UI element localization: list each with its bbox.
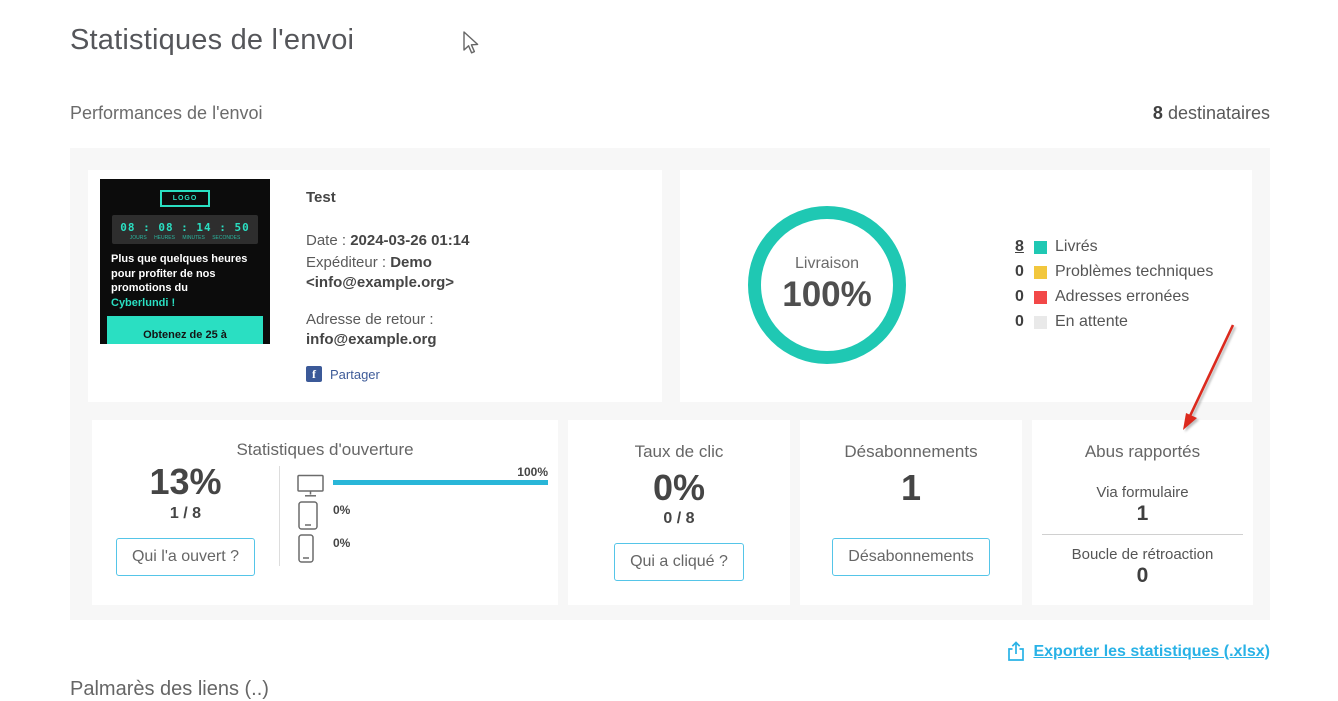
delivered-color-square	[1034, 240, 1047, 254]
abuse-title: Abus rapportés	[1084, 442, 1201, 461]
performance-header-row: Performances de l'envoi 8 destinataires	[70, 103, 1270, 124]
delivery-card: Livraison 100% 8 Livrés 0 Problèmes tech…	[680, 170, 1252, 402]
reply-address-label: Adresse de retour :	[306, 310, 434, 328]
delivered-label: Livrés	[1055, 238, 1098, 255]
legend-row-delivered: 8 Livrés	[1015, 238, 1213, 256]
donut-value: 100%	[782, 275, 872, 314]
abuse-card: Abus rapportés Via formulaire 1 Boucle d…	[1032, 420, 1253, 605]
sender-name: Demo	[390, 254, 432, 272]
smartphone-icon	[298, 534, 314, 563]
unsubscribes-card: Désabonnements 1 Désabonnements	[800, 420, 1022, 605]
legend-row-technical: 0 Problèmes techniques	[1015, 263, 1213, 281]
thumbnail-cta-button: Obtenez de 25 à 50% de rabais	[107, 316, 263, 344]
smartphone-percent: 0%	[333, 536, 351, 550]
share-label: Partager	[330, 366, 380, 382]
open-rate: 13%	[149, 461, 222, 502]
wrong-address-label: Adresses erronées	[1055, 288, 1190, 305]
facebook-share-link[interactable]: f Partager	[306, 366, 380, 382]
recipients-count: 8 destinataires	[1153, 103, 1270, 124]
tablet-icon	[298, 501, 318, 530]
abuse-divider	[1042, 534, 1243, 535]
countdown-units: JOURS HEURES MINUTES SECONDES	[129, 235, 241, 241]
recipients-label: destinataires	[1162, 103, 1270, 123]
legend-row-pending: 0 En attente	[1015, 313, 1213, 331]
delivery-donut-chart: Livraison 100%	[748, 206, 906, 364]
email-preview-card: LOGO 08 : 08 : 14 : 50 JOURS HEURES MINU…	[88, 170, 662, 402]
mouse-cursor-icon	[463, 31, 479, 54]
delivered-count-link[interactable]: 8	[1015, 238, 1029, 256]
wrong-address-count: 0	[1015, 288, 1024, 305]
desktop-percent: 100%	[517, 465, 548, 479]
unsubscribes-count: 1	[900, 467, 922, 508]
campaign-name: Test	[306, 189, 336, 206]
export-link-label: Exporter les statistiques (.xlsx)	[1033, 642, 1270, 660]
technical-count: 0	[1015, 263, 1024, 280]
click-rate-title: Taux de clic	[634, 442, 724, 461]
page-title: Statistiques de l'envoi	[70, 24, 355, 56]
open-stats-card: Statistiques d'ouverture 13% 1 / 8 Qui l…	[92, 420, 558, 605]
facebook-icon: f	[306, 366, 322, 382]
desktop-icon	[297, 474, 324, 497]
next-section-clipped-heading: Palmarès des liens (..)	[70, 678, 269, 700]
abuse-form-label: Via formulaire	[1096, 484, 1189, 501]
wrong-address-color-square	[1034, 290, 1047, 304]
who-opened-button[interactable]: Qui l'a ouvert ?	[115, 538, 256, 576]
technical-color-square	[1034, 265, 1047, 279]
email-details: Test Date : 2024-03-26 01:14 Expéditeur …	[306, 188, 648, 349]
reply-address-value: info@example.org	[306, 330, 437, 348]
export-link[interactable]: Exporter les statistiques (.xlsx)	[1007, 641, 1270, 662]
legend-row-wrong-address: 0 Adresses erronées	[1015, 288, 1213, 306]
abuse-form-count: 1	[1136, 502, 1149, 525]
sender-line: Expéditeur : Demo <info@example.org>	[306, 254, 455, 291]
technical-label: Problèmes techniques	[1055, 263, 1214, 280]
countdown-digits: 08 : 08 : 14 : 50	[120, 221, 250, 234]
pending-color-square	[1034, 315, 1047, 329]
thumbnail-logo: LOGO	[159, 190, 211, 207]
open-fraction: 1 / 8	[169, 505, 202, 522]
donut-label: Livraison	[794, 255, 860, 272]
device-row-tablet: 0%	[297, 499, 548, 532]
device-breakdown: 100% 0% 0%	[297, 466, 548, 565]
vertical-divider	[279, 466, 280, 566]
open-rate-block: 13% 1 / 8 Qui l'a ouvert ?	[92, 464, 279, 576]
device-row-desktop: 100%	[297, 466, 548, 499]
click-rate: 0%	[652, 467, 706, 508]
device-row-smartphone: 0%	[297, 532, 548, 565]
recipients-number: 8	[1152, 103, 1163, 123]
unsubscribes-title: Désabonnements	[844, 442, 978, 461]
thumbnail-headline: Plus que quelques heures pour profiter d…	[111, 252, 259, 310]
thumbnail-highlight: Cyberlundi !	[111, 296, 176, 309]
email-thumbnail[interactable]: LOGO 08 : 08 : 14 : 50 JOURS HEURES MINU…	[100, 179, 270, 344]
stats-panel: LOGO 08 : 08 : 14 : 50 JOURS HEURES MINU…	[70, 148, 1270, 620]
click-rate-card: Taux de clic 0% 0 / 8 Qui a cliqué ?	[568, 420, 790, 605]
unsubscribes-button[interactable]: Désabonnements	[832, 538, 990, 576]
sender-address: <info@example.org>	[306, 273, 455, 291]
pending-count: 0	[1015, 313, 1024, 330]
open-stats-title: Statistiques d'ouverture	[236, 440, 414, 459]
desktop-open-bar	[333, 480, 548, 485]
section-title: Performances de l'envoi	[70, 103, 263, 123]
export-icon	[1008, 641, 1025, 661]
delivery-legend: 8 Livrés 0 Problèmes techniques 0 Adress…	[1015, 238, 1213, 338]
abuse-feedback-label: Boucle de rétroaction	[1071, 546, 1214, 563]
send-date-value: 2024-03-26 01:14	[350, 232, 470, 250]
thumbnail-countdown: 08 : 08 : 14 : 50 JOURS HEURES MINUTES S…	[112, 215, 258, 244]
tablet-percent: 0%	[333, 503, 351, 517]
pending-label: En attente	[1055, 313, 1128, 330]
send-date-line: Date : 2024-03-26 01:14	[306, 232, 470, 250]
abuse-feedback-count: 0	[1136, 564, 1149, 587]
who-clicked-button[interactable]: Qui a cliqué ?	[614, 543, 744, 581]
click-fraction: 0 / 8	[663, 510, 695, 527]
